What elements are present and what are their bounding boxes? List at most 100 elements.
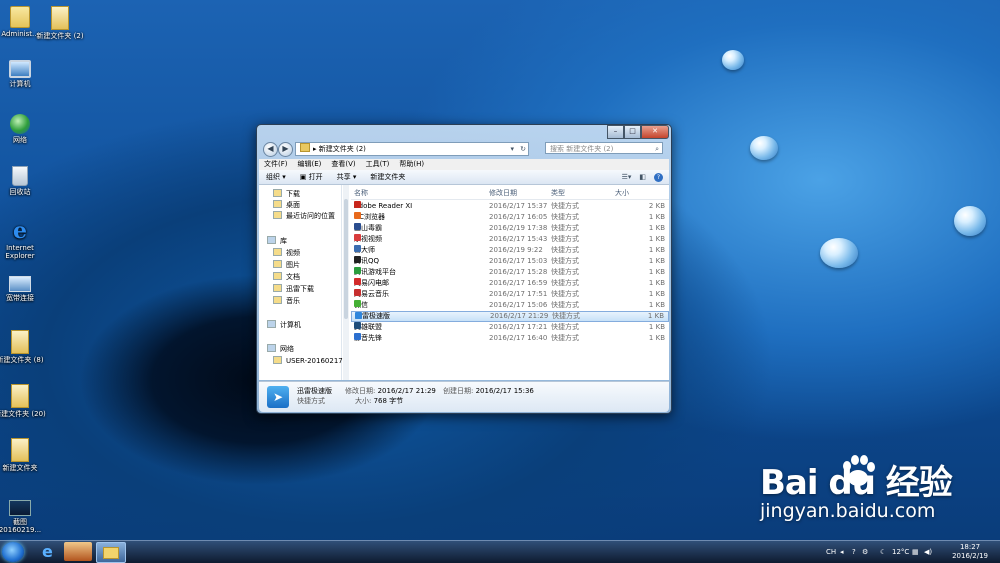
desktop-icon-screenshot[interactable]: 截图 20160219... [0, 500, 46, 534]
nav-item-network[interactable]: 网络 [267, 344, 294, 355]
navigation-scrollbar[interactable] [343, 185, 349, 380]
address-bar[interactable]: ▸ 新建文件夹 (2) ▾ ↻ [295, 142, 529, 156]
nav-item-desktop[interactable]: 桌面 [273, 200, 300, 211]
maximize-button[interactable]: □ [624, 125, 641, 139]
file-type: 快捷方式 [551, 213, 579, 221]
desktop-icon-label: 新建文件夹 (20) [0, 410, 46, 418]
column-header-type[interactable]: 类型 [551, 187, 565, 199]
search-icon[interactable]: ⌕ [655, 143, 659, 155]
file-modified: 2016/2/17 15:37 [489, 202, 548, 210]
column-header-modified[interactable]: 修改日期 [489, 187, 517, 199]
shortcut-icon [354, 300, 361, 307]
desktop-icon-label: 宽带连接 [6, 294, 34, 302]
taskbar-media-player[interactable] [64, 542, 92, 561]
downloads-folder-icon [273, 189, 282, 197]
file-row[interactable]: 乐视视频 2016/2/17 15:43 快捷方式 1 KB [351, 234, 669, 245]
column-header-name[interactable]: 名称 [354, 187, 368, 199]
nav-item-music[interactable]: 音乐 [273, 296, 300, 307]
menu-view[interactable]: 查看(V) [326, 159, 360, 170]
desktop-icon-recycle-bin[interactable]: 回收站 [0, 166, 46, 196]
computer-icon [267, 320, 276, 328]
file-row[interactable]: 微信 2016/2/17 15:06 快捷方式 1 KB [351, 300, 669, 311]
volume-icon[interactable]: ◀) [924, 541, 932, 563]
nav-item-computer[interactable]: 计算机 [267, 320, 301, 331]
file-row[interactable]: UC浏览器 2016/2/17 16:05 快捷方式 1 KB [351, 212, 669, 223]
nav-item-pictures[interactable]: 图片 [273, 260, 300, 271]
file-row[interactable]: 影音先锋 2016/2/17 16:40 快捷方式 1 KB [351, 333, 669, 344]
help-icon[interactable]: ? [654, 172, 663, 182]
help-tray-icon[interactable]: ? [852, 541, 856, 563]
desktop-icon-broadband[interactable]: 宽带连接 [0, 276, 46, 302]
file-row[interactable]: 网易云音乐 2016/2/17 17:51 快捷方式 1 KB [351, 289, 669, 300]
weather-temperature[interactable]: 12°C [892, 541, 909, 563]
share-button[interactable]: 共享 ▾ [330, 170, 364, 184]
desktop-icon-new-folder[interactable]: 新建文件夹 [0, 438, 46, 472]
menu-file[interactable]: 文件(F) [259, 159, 293, 170]
minimize-button[interactable]: – [607, 125, 624, 139]
view-options-icon[interactable]: ☰▾ [622, 173, 632, 182]
file-row[interactable]: Adobe Reader XI 2016/2/17 15:37 快捷方式 2 KB [351, 201, 669, 212]
settings-tray-icon[interactable]: ⚙ [862, 541, 868, 563]
nav-item-videos[interactable]: 视频 [273, 248, 300, 259]
clock[interactable]: 18:27 2016/2/19 [952, 543, 988, 561]
command-bar: 组织 ▾ ▣ 打开 共享 ▾ 新建文件夹 ☰▾ ◧ ? [259, 170, 669, 185]
language-indicator[interactable]: CH [826, 541, 836, 563]
content-pane: 下载 桌面 最近访问的位置 库 视频 图片 文档 迅雷下载 音乐 计算机 网络 … [259, 185, 669, 380]
back-button[interactable]: ◀ [263, 142, 278, 157]
file-modified: 2016/2/17 21:29 [490, 312, 549, 320]
nav-item-xunlei-downloads[interactable]: 迅雷下载 [273, 284, 314, 295]
file-modified: 2016/2/17 15:06 [489, 301, 548, 309]
start-button[interactable] [2, 542, 24, 562]
menu-help[interactable]: 帮助(H) [394, 159, 429, 170]
search-input[interactable]: 搜索 新建文件夹 (2) ⌕ [545, 142, 663, 154]
taskbar-explorer[interactable] [96, 542, 126, 563]
nav-item-recent-places[interactable]: 最近访问的位置 [273, 211, 335, 222]
address-dropdown-icon[interactable]: ▾ [510, 143, 514, 155]
detail-size-label: 大小: [355, 397, 372, 405]
file-row[interactable]: 鲁大师 2016/2/19 9:22 快捷方式 1 KB [351, 245, 669, 256]
close-button[interactable]: ✕ [641, 125, 669, 139]
file-row[interactable]: 迅雷极速版 2016/2/17 21:29 快捷方式 1 KB [351, 311, 669, 322]
shortcut-icon [354, 267, 361, 274]
shortcut-icon [354, 333, 361, 340]
desktop-icon-new-folder-20[interactable]: 新建文件夹 (20) [0, 384, 46, 418]
organize-button[interactable]: 组织 ▾ [259, 170, 293, 184]
column-header-size[interactable]: 大小 [615, 187, 629, 199]
nav-item-documents[interactable]: 文档 [273, 272, 300, 283]
file-row[interactable]: 腾讯游戏平台 2016/2/17 15:28 快捷方式 1 KB [351, 267, 669, 278]
file-row[interactable]: 金山毒霸 2016/2/19 17:38 快捷方式 1 KB [351, 223, 669, 234]
desktop-icon-internet-explorer[interactable]: e Internet Explorer [0, 220, 46, 260]
file-row[interactable]: 网易闪电邮 2016/2/17 16:59 快捷方式 1 KB [351, 278, 669, 289]
scrollbar-thumb[interactable] [344, 199, 348, 319]
network-tray-icon[interactable]: ▦ [912, 541, 919, 563]
file-modified: 2016/2/17 16:05 [489, 213, 548, 221]
taskbar-internet-explorer[interactable]: e [34, 542, 62, 561]
nav-item-libraries[interactable]: 库 [267, 236, 287, 247]
preview-pane-icon[interactable]: ◧ [639, 173, 646, 182]
forward-button[interactable]: ▶ [278, 142, 293, 157]
folder-icon [11, 438, 29, 462]
open-button[interactable]: ▣ 打开 [293, 170, 330, 184]
address-path[interactable]: 新建文件夹 (2) [319, 145, 366, 153]
nav-item-network-computer[interactable]: USER-20160217 [273, 356, 343, 367]
desktop-icon-new-folder-2[interactable]: 新建文件夹 (2) [34, 6, 86, 40]
xunlei-downloads-icon [273, 284, 282, 292]
desktop-icon-computer[interactable]: 计算机 [0, 60, 46, 88]
desktop-icon-network[interactable]: 网络 [0, 114, 46, 144]
file-row[interactable]: 英雄联盟 2016/2/17 17:21 快捷方式 1 KB [351, 322, 669, 333]
nav-item-downloads[interactable]: 下载 [273, 189, 300, 200]
nav-item-label: 下载 [286, 190, 300, 198]
file-name-cell: 腾讯QQ [354, 256, 379, 267]
shortcut-icon [354, 322, 361, 329]
water-drop [820, 238, 858, 268]
file-row[interactable]: 腾讯QQ 2016/2/17 15:03 快捷方式 1 KB [351, 256, 669, 267]
file-modified: 2016/2/17 16:59 [489, 279, 548, 287]
detail-name: 迅雷极速版 [297, 387, 332, 395]
file-size: 1 KB [648, 235, 665, 243]
new-folder-button[interactable]: 新建文件夹 [363, 170, 412, 184]
menu-edit[interactable]: 编辑(E) [293, 159, 327, 170]
tray-arrow-icon[interactable]: ◂ [840, 541, 844, 563]
menu-tools[interactable]: 工具(T) [361, 159, 395, 170]
refresh-icon[interactable]: ↻ [520, 143, 526, 155]
desktop-icon-new-folder-8[interactable]: 新建文件夹 (8) [0, 330, 46, 364]
